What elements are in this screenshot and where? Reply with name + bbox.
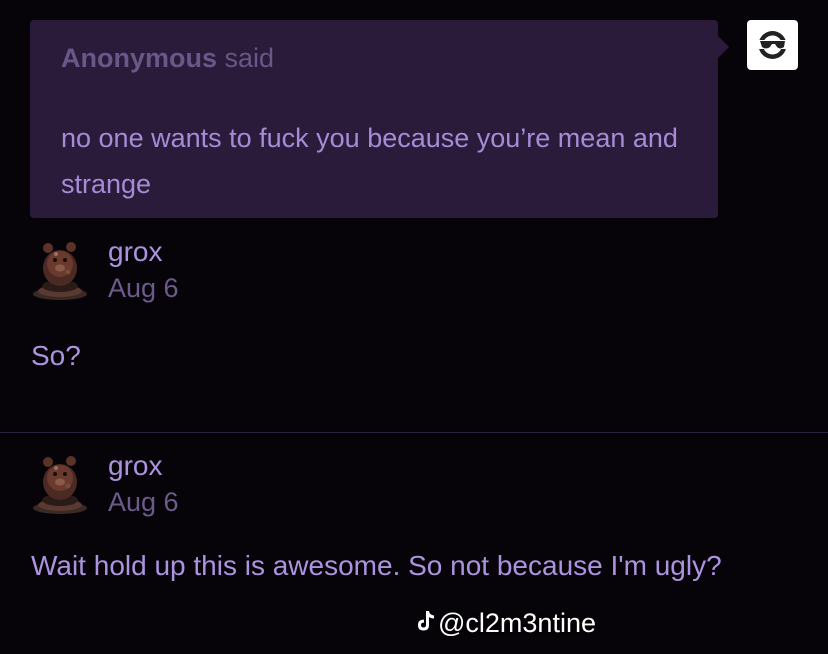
said-label: said [224, 43, 275, 73]
asker-line: Anonymous said [61, 43, 274, 74]
bear-figure-avatar[interactable] [30, 238, 90, 300]
bear-figure-avatar[interactable] [30, 452, 90, 514]
watermark-handle: @cl2m3ntine [438, 608, 596, 638]
reply-body-text: So? [31, 340, 81, 371]
reply-author-name[interactable]: grox [108, 450, 162, 482]
watermark: @cl2m3ntine [414, 608, 596, 648]
asker-name[interactable]: Anonymous [61, 43, 217, 73]
ask-bubble: Anonymous said no one wants to fuck you … [30, 20, 718, 218]
reply-author-name[interactable]: grox [108, 236, 162, 268]
reply-date[interactable]: Aug 6 [108, 273, 179, 304]
anon-sunglasses-icon[interactable] [747, 20, 798, 70]
reply-divider [0, 432, 828, 433]
reply-body-text: Wait hold up this is awesome. So not bec… [31, 550, 722, 581]
tiktok-icon [414, 609, 436, 640]
ask-bubble-tail [718, 36, 729, 58]
ask-question-text: no one wants to fuck you because you’re … [61, 123, 678, 199]
reply-date[interactable]: Aug 6 [108, 487, 179, 518]
